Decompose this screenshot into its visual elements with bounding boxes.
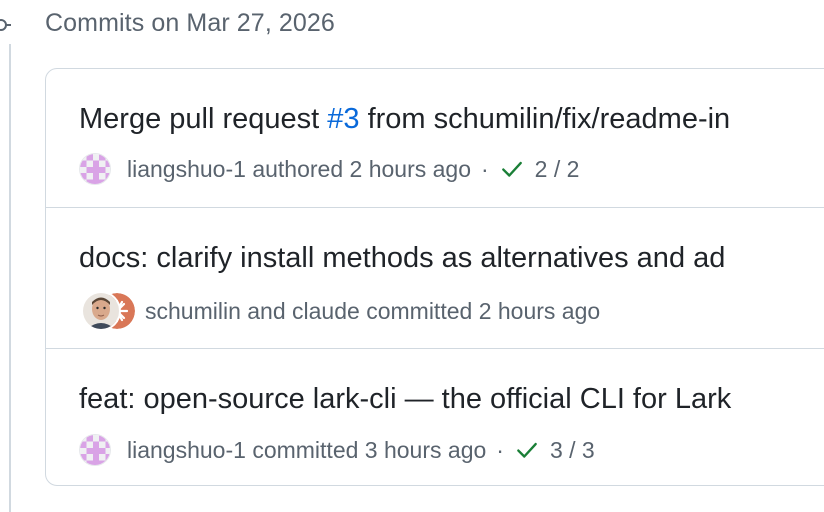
identicon-avatar[interactable] <box>79 434 111 466</box>
commit-title-link[interactable]: feat: open-source lark-cli — the officia… <box>79 379 731 419</box>
commit-meta: liangshuo-1 authored 2 hours ago · 2 / 2 <box>79 151 579 187</box>
commit-action: authored <box>252 155 344 182</box>
separator: · <box>496 436 504 463</box>
commit-time: 2 hours ago <box>349 155 471 182</box>
avatar-stack[interactable] <box>79 291 139 331</box>
commit-list: Merge pull request #3 from schumilin/fix… <box>45 68 824 486</box>
git-commit-icon <box>0 19 11 31</box>
commit-meta: liangshuo-1 committed 3 hours ago · 3 / … <box>79 432 595 468</box>
check-icon[interactable] <box>514 437 540 463</box>
commit-group-title: Commits on Mar 27, 2026 <box>45 9 335 37</box>
coauthor-name[interactable]: claude <box>292 298 360 325</box>
separator: · <box>481 155 489 182</box>
commit-row: feat: open-source lark-cli — the officia… <box>46 349 824 485</box>
commit-time: 3 hours ago <box>364 436 487 463</box>
commit-row: Merge pull request #3 from schumilin/fix… <box>46 69 824 208</box>
check-icon[interactable] <box>499 156 525 182</box>
commit-title-link[interactable]: Merge pull request #3 from schumilin/fix… <box>79 99 730 139</box>
person-avatar[interactable] <box>83 293 119 329</box>
commit-meta: schumilin and claude committed 2 hours a… <box>79 293 600 329</box>
commit-action: committed <box>366 297 473 324</box>
commit-title-text: Merge pull request <box>79 103 328 135</box>
commit-action: committed <box>252 436 359 463</box>
check-status-count[interactable]: 3 / 3 <box>550 437 595 464</box>
identicon-avatar[interactable] <box>79 153 111 185</box>
author-name[interactable]: liangshuo-1 <box>127 437 246 464</box>
commits-page: Commits on Mar 27, 2026 Merge pull reque… <box>0 0 824 512</box>
timeline-line <box>9 44 11 512</box>
commit-time: 2 hours ago <box>478 297 601 324</box>
commit-title-link[interactable]: docs: clarify install methods as alterna… <box>79 238 725 278</box>
commit-row: docs: clarify install methods as alterna… <box>46 208 824 349</box>
author-conjunction: and <box>247 297 286 324</box>
author-name[interactable]: liangshuo-1 <box>127 156 246 183</box>
commit-title-text: from schumilin/fix/readme-in <box>359 103 731 135</box>
pull-request-link[interactable]: #3 <box>327 103 359 135</box>
check-status-count[interactable]: 2 / 2 <box>535 156 580 183</box>
author-name[interactable]: schumilin <box>145 298 241 325</box>
